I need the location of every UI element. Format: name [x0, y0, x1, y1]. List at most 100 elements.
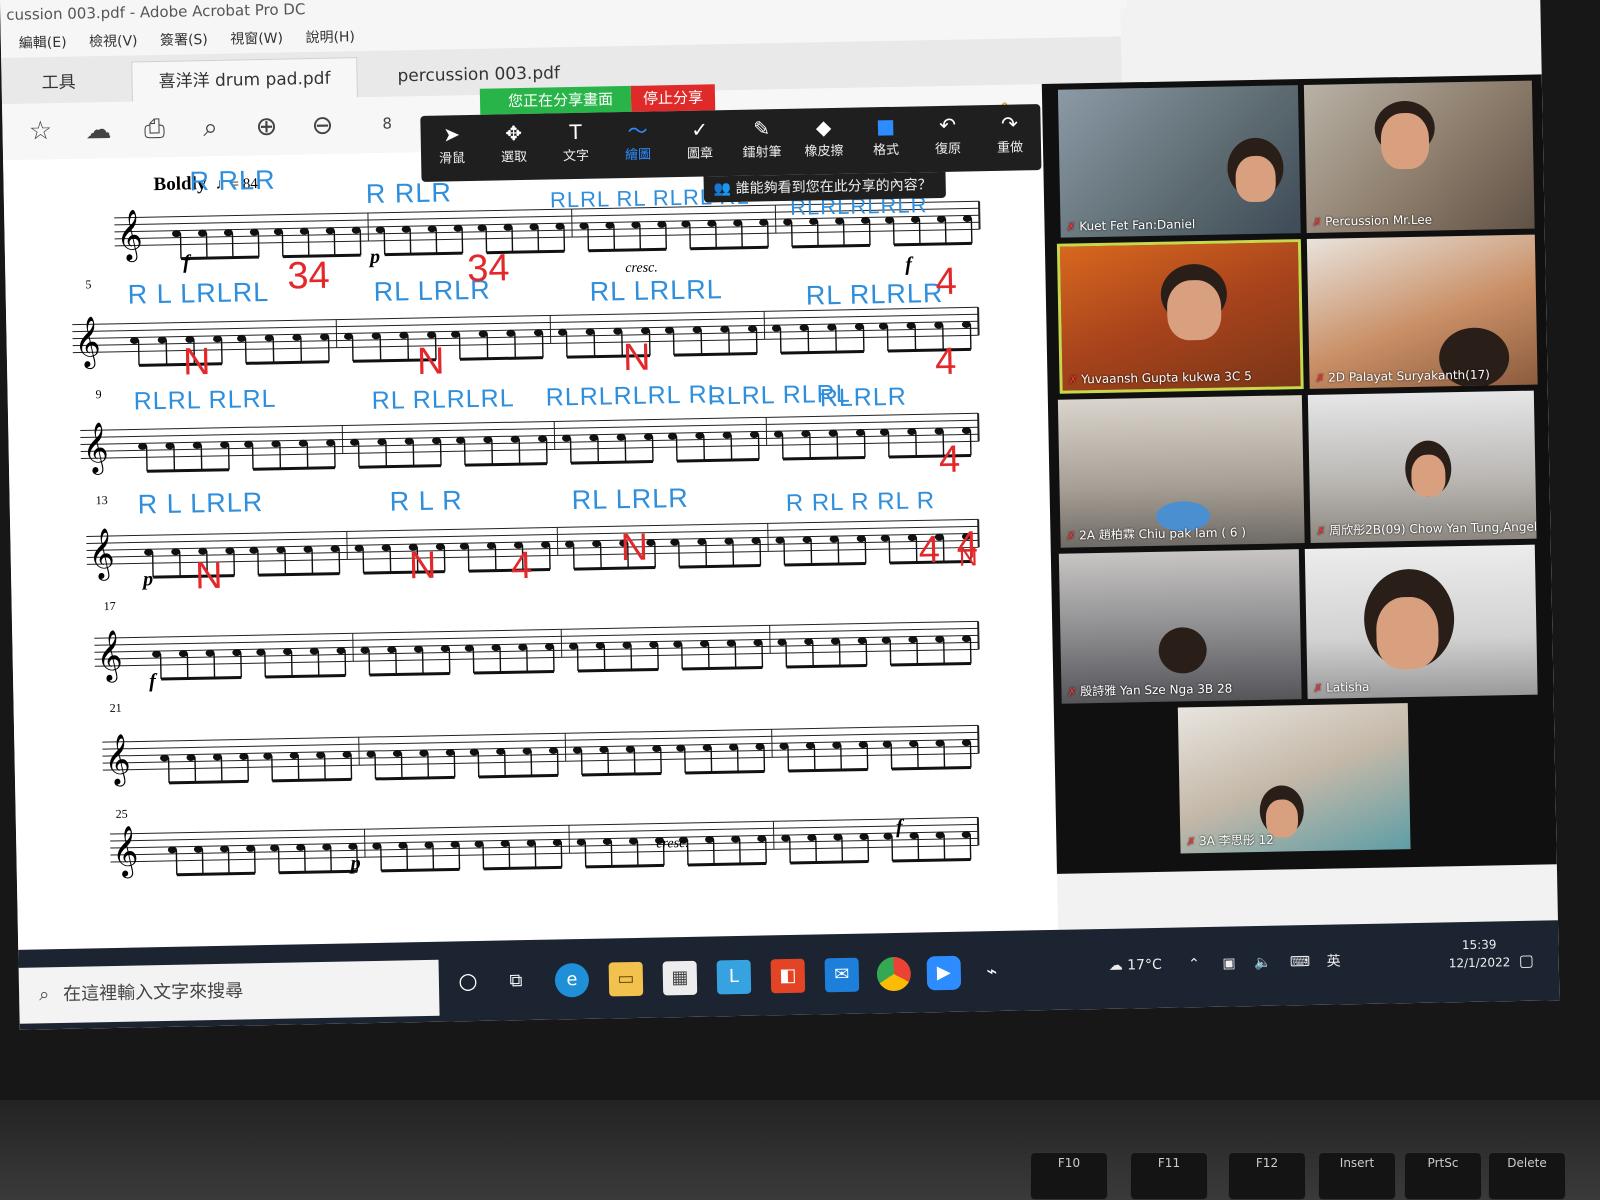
staff-line	[114, 221, 980, 240]
annotate-select-button[interactable]: ✥ 選取	[482, 114, 545, 181]
annotate-draw-button[interactable]: ～繪圖	[606, 111, 669, 178]
print-icon[interactable]: ⎙	[136, 111, 173, 148]
note-beam	[459, 356, 543, 361]
notification-center-icon[interactable]: ▢	[1519, 951, 1534, 970]
participant-video-tile[interactable]: 2A 趙柏霖 Chiu pak lam ( 6 )	[1057, 395, 1305, 548]
note-beam	[265, 673, 346, 679]
participant-name: 2A 趙柏霖 Chiu pak lam ( 6 )	[1066, 523, 1246, 543]
participant-video-tile[interactable]: Kuet Fet Fan:Daniel	[1057, 85, 1301, 238]
menu-sign[interactable]: 簽署(S)	[160, 32, 208, 49]
zoom-search-icon[interactable]: ⌕	[192, 110, 229, 147]
tray-volume-icon[interactable]: 🔈	[1254, 955, 1272, 971]
bar-line	[978, 201, 981, 230]
participant-video-tile[interactable]: 殷詩雅 Yan Sze Nga 3B 28	[1058, 549, 1302, 704]
sharing-indicator[interactable]: 您正在分享畫面	[479, 85, 632, 115]
note-beam	[892, 858, 971, 863]
dynamic-forte: f	[905, 253, 914, 275]
sticking-annotation: RL RLRLRL	[371, 384, 514, 415]
red-annotation: N	[409, 545, 437, 588]
participant-video-tile[interactable]: 3A 李思彤 12	[1177, 703, 1411, 854]
sticking-annotation: RLRLRLRL RL	[545, 380, 722, 411]
tab-tools[interactable]: 工具	[15, 62, 102, 104]
l-app-icon[interactable]: L	[716, 959, 752, 995]
edge-browser-icon[interactable]: e	[554, 962, 590, 998]
note-beam	[147, 468, 230, 473]
temperature[interactable]: 17°C	[1127, 957, 1162, 974]
taskbar-search-box[interactable]: ⌕ 在這裡輸入文字來搜尋	[18, 959, 440, 1024]
key-insert: Insert	[1318, 1152, 1396, 1200]
zoom-app-icon[interactable]: ▶	[926, 955, 962, 991]
red-annotation: 4	[918, 529, 940, 571]
input-method[interactable]: 英	[1326, 953, 1340, 969]
note-beam	[359, 464, 442, 469]
system-tray: ☁ 17°C ⌃ ▣ 🔈 ⌨ 英	[1109, 950, 1341, 974]
tray-network-icon[interactable]: ▣	[1222, 955, 1236, 971]
annotate-undo-button[interactable]: ↶ 復原	[916, 105, 979, 172]
measure-number: 25	[116, 807, 128, 821]
staff-line	[110, 837, 979, 856]
note-beam	[483, 865, 562, 871]
menu-edit[interactable]: 編輯(E)	[19, 35, 67, 52]
staff-line	[80, 412, 979, 432]
taskbar-clock[interactable]: 15:39 12/1/2022	[1448, 935, 1511, 972]
menu-view[interactable]: 檢視(V)	[89, 33, 138, 50]
tray-chevron-icon[interactable]: ⌃	[1188, 956, 1200, 972]
participant-video-tile[interactable]: Latisha	[1304, 544, 1538, 700]
measure-number: 17	[104, 599, 116, 613]
note-beam	[690, 245, 769, 251]
measure-number: 13	[95, 493, 107, 507]
file-explorer-icon[interactable]: ▭	[608, 961, 644, 997]
note-beam	[673, 352, 757, 357]
annotate-text-button[interactable]: T 文字	[544, 112, 607, 179]
bar-line	[771, 729, 773, 758]
staff-line	[102, 731, 979, 750]
cortana-icon[interactable]: ○	[451, 965, 486, 1000]
page-number[interactable]: 8	[382, 114, 392, 132]
note-beam	[258, 572, 340, 577]
menu-window[interactable]: 視窗(W)	[230, 31, 283, 48]
menu-help[interactable]: 說明(H)	[305, 29, 355, 46]
note-beam	[570, 460, 654, 465]
upload-cloud-icon[interactable]: ☁	[80, 112, 117, 149]
annotate-stamp-button[interactable]: ✓ 圖章	[668, 110, 731, 177]
annotate-eraser-button[interactable]: ◆ 橡皮擦	[792, 108, 855, 175]
sticking-annotation: R RLR	[189, 165, 276, 197]
page-down-icon[interactable]: ⊖	[304, 107, 341, 144]
stop-share-button[interactable]: 停止分享	[630, 84, 716, 112]
note-beam	[788, 767, 868, 773]
participant-video-tile[interactable]: 2D Palayat Suryakanth(17)	[1306, 234, 1538, 389]
acrobat-icon[interactable]: ⌁	[975, 955, 1010, 990]
drum-score-sheet: 𝄞𝄞𝄞𝄞𝄞𝄞𝄞 Boldly ♩= 84 5 9 13 17 21 25 f p…	[72, 165, 981, 879]
bookmark-star-icon[interactable]: ☆	[22, 113, 59, 150]
office-icon[interactable]: ◧	[770, 958, 806, 994]
bar-line	[363, 829, 366, 858]
bar-line	[977, 621, 980, 650]
mail-icon[interactable]: ✉	[824, 957, 860, 993]
task-view-icon[interactable]: ⧉	[499, 964, 534, 999]
tray-keyboard-icon[interactable]: ⌨	[1290, 954, 1311, 970]
key-f11: F11	[1130, 1152, 1208, 1200]
participant-video-tile-active-speaker[interactable]: Yuvaansh Gupta kukwa 3C 5	[1056, 239, 1304, 394]
crescendo-marking: cresc.	[625, 260, 658, 276]
tab-drum-pad-pdf[interactable]: 喜洋洋 drum pad.pdf	[131, 57, 358, 103]
note-beam	[473, 669, 555, 675]
annotate-mouse-button[interactable]: ➤ 滑鼠	[420, 115, 483, 182]
weather-icon[interactable]: ☁	[1109, 958, 1123, 974]
bar-line	[358, 737, 360, 766]
dynamic-forte: f	[183, 251, 192, 273]
who-can-see-button[interactable]: 👥 誰能夠看到您在此分享的內容？	[703, 171, 946, 203]
sticking-annotation: R L LRLR	[137, 487, 263, 519]
staff-line	[86, 518, 979, 537]
eraser-icon: ◆	[815, 115, 832, 140]
participant-video-tile[interactable]: Percussion Mr.Lee	[1303, 80, 1535, 233]
participant-video-tile[interactable]: 周欣彤2B(09) Chow Yan Tung,Angel	[1307, 390, 1537, 543]
annotate-redo-button[interactable]: ↷ 重做	[978, 104, 1041, 171]
annotate-laser-button[interactable]: ✎ 鐳射筆	[730, 109, 793, 176]
page-up-icon[interactable]: ⊕	[248, 109, 285, 146]
bar-line	[571, 209, 573, 238]
sticking-annotation: RL LRLR	[571, 483, 689, 515]
store-icon[interactable]: ▦	[662, 960, 698, 996]
note-beam	[685, 769, 765, 775]
annotate-format-button[interactable]: ■ 格式	[854, 106, 917, 173]
chrome-icon[interactable]	[876, 956, 912, 992]
